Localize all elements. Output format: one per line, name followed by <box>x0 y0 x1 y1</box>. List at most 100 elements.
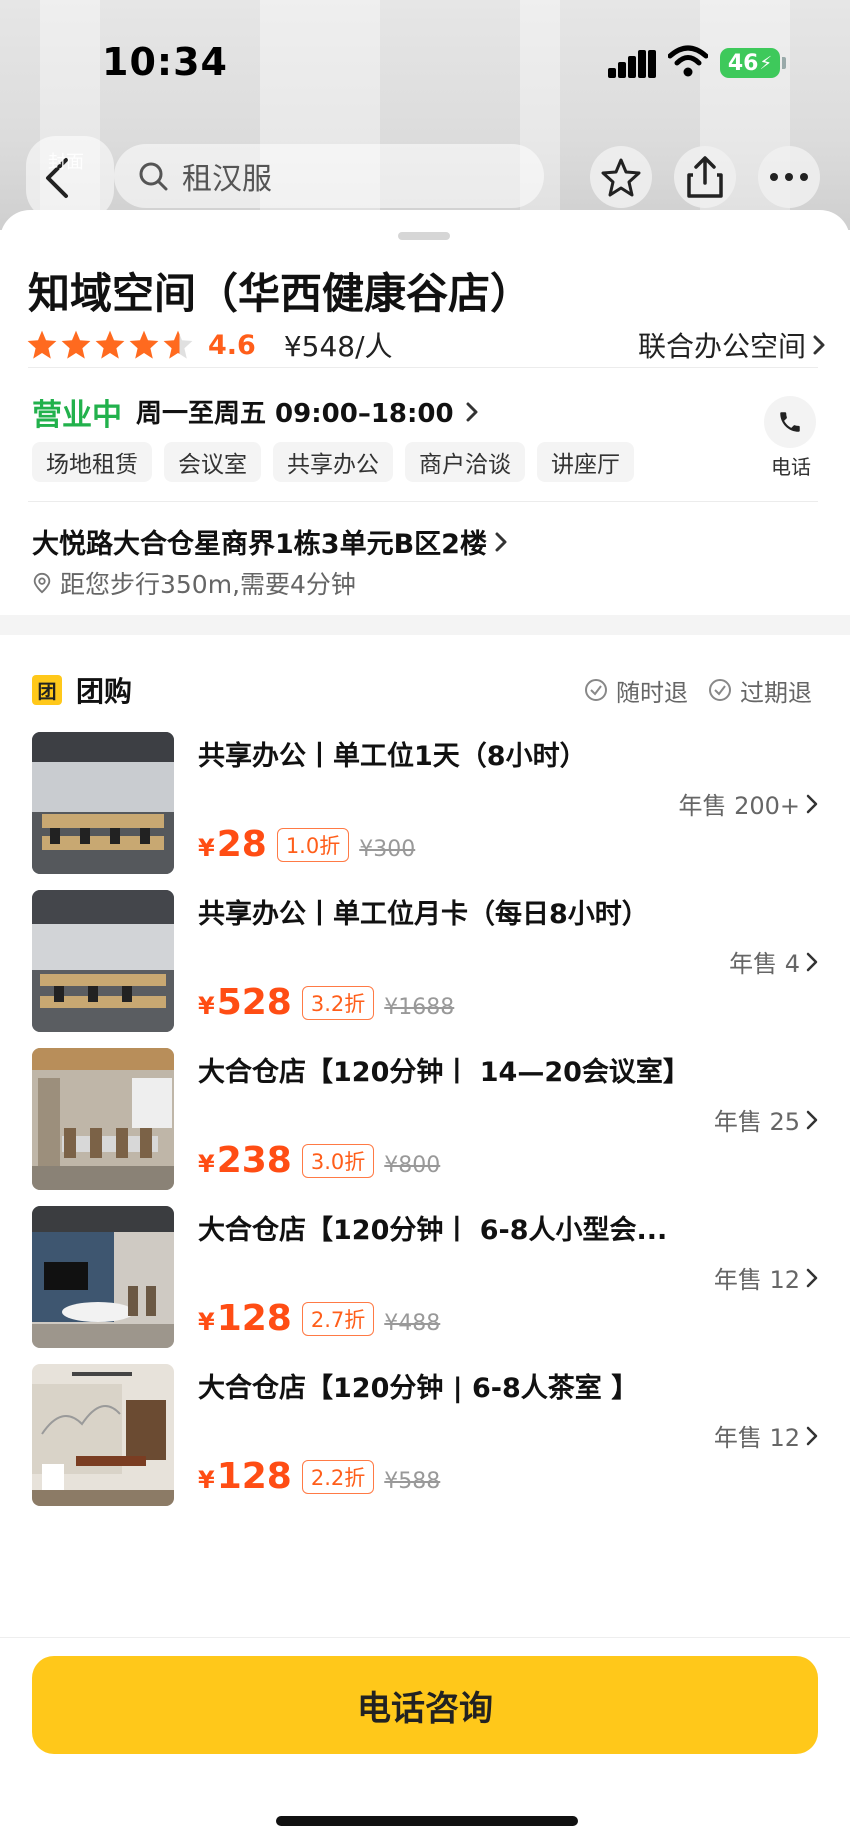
average-price: ¥548/人 <box>283 330 393 363</box>
check-circle-icon <box>585 679 607 701</box>
group-buy-badge-icon: 团 <box>32 675 62 705</box>
business-hours[interactable]: 周一至周五 09:00–18:00 <box>136 393 478 430</box>
currency-symbol: ¥ <box>198 1466 215 1494</box>
search-bar[interactable]: 租汉服 <box>114 144 544 208</box>
deal-price-row: ¥ 238 3.0折 ¥800 <box>198 1140 440 1181</box>
distance-text: 距您步行350m,需要4分钟 <box>60 570 356 599</box>
chevron-right-icon <box>813 335 825 355</box>
discount-badge: 3.0折 <box>301 1143 375 1178</box>
group-buy-header: 团 团购 随时退 过期退 <box>32 670 818 710</box>
service-tag: 场地租赁 <box>32 442 152 482</box>
service-tag: 讲座厅 <box>537 442 634 482</box>
deal-price: 128 <box>216 1456 292 1497</box>
deal-sold-count: 年售 12 <box>714 1418 818 1453</box>
currency-symbol: ¥ <box>198 1308 215 1336</box>
share-button[interactable] <box>674 146 736 208</box>
sold-text: 年售 12 <box>713 1266 800 1294</box>
chevron-right-icon <box>806 1268 818 1287</box>
refund-expired: 过期退 <box>708 673 812 708</box>
deal-price-row: ¥ 528 3.2折 ¥1688 <box>198 982 454 1023</box>
open-status: 营业中 <box>32 398 122 433</box>
original-price: ¥800 <box>384 1153 441 1178</box>
divider <box>28 367 818 368</box>
refund-anytime-label: 随时退 <box>616 678 688 707</box>
service-tag: 商户洽谈 <box>405 442 525 482</box>
deal-item[interactable]: 共享办公丨单工位月卡（每日8小时） 年售 4 ¥ 528 3.2折 ¥1688 <box>32 890 818 1032</box>
star-icon <box>601 158 641 197</box>
chevron-right-icon <box>806 794 818 813</box>
walking-distance: 距您步行350m,需要4分钟 <box>32 565 356 601</box>
deal-price-row: ¥ 128 2.2折 ¥588 <box>198 1456 440 1497</box>
deal-sold-count: 年售 200+ <box>678 786 818 821</box>
deal-item[interactable]: 大合仓店【120分钟丨 14—20会议室】 年售 25 ¥ 238 3.0折 ¥… <box>32 1048 818 1190</box>
deal-price: 28 <box>216 824 267 865</box>
deal-sold-count: 年售 4 <box>729 944 818 979</box>
chevron-right-icon <box>806 1426 818 1445</box>
deal-price: 238 <box>216 1140 292 1181</box>
more-button[interactable] <box>758 146 820 208</box>
store-name: 知域空间（华西健康谷店） <box>28 269 533 318</box>
deal-thumbnail <box>32 1206 174 1348</box>
section-separator <box>0 615 850 635</box>
store-address[interactable]: 大悦路大合仓星商界1栋3单元B区2楼 <box>32 522 507 561</box>
star-full-icon <box>61 330 91 359</box>
sold-text: 年售 25 <box>713 1108 800 1136</box>
refund-expired-label: 过期退 <box>740 678 812 707</box>
service-tag: 会议室 <box>164 442 261 482</box>
discount-badge: 2.2折 <box>301 1459 375 1494</box>
chevron-right-icon <box>466 402 478 421</box>
refund-anytime: 随时退 <box>584 673 688 708</box>
search-icon <box>139 162 168 191</box>
original-price: ¥488 <box>384 1311 441 1336</box>
star-full-icon <box>95 330 125 359</box>
home-indicator[interactable] <box>276 1816 578 1826</box>
more-icon <box>770 173 808 181</box>
phone-consult-button[interactable]: 电话咨询 <box>32 1656 818 1754</box>
category-link[interactable]: 联合办公空间 <box>638 325 826 365</box>
group-buy-title: 团购 <box>76 675 133 708</box>
wifi-icon <box>668 45 708 77</box>
currency-symbol: ¥ <box>198 1150 215 1178</box>
chevron-right-icon <box>806 1110 818 1129</box>
sold-text: 年售 4 <box>729 950 800 978</box>
discount-badge: 2.7折 <box>301 1301 375 1336</box>
store-detail-sheet: 知域空间（华西健康谷店） 4.6 ¥548/人 联合办公空间 营业中 周一至周五… <box>0 210 850 1843</box>
star-full-icon <box>129 330 159 359</box>
deal-name: 共享办公丨单工位1天（8小时） <box>198 741 587 772</box>
status-time: 10:34 <box>102 40 228 84</box>
deal-thumbnail <box>32 732 174 874</box>
chevron-right-icon <box>806 952 818 971</box>
phone-button[interactable] <box>764 396 816 448</box>
hours-text: 周一至周五 09:00–18:00 <box>136 399 454 429</box>
star-full-icon <box>27 330 57 359</box>
divider <box>28 501 818 502</box>
deal-thumbnail <box>32 890 174 1032</box>
deal-name: 大合仓店【120分钟 | 6-8人茶室 】 <box>198 1373 639 1404</box>
deal-item[interactable]: 大合仓店【120分钟丨 6-8人小型会... 年售 12 ¥ 128 2.7折 … <box>32 1206 818 1348</box>
deal-sold-count: 年售 12 <box>714 1260 818 1295</box>
phone-icon <box>780 412 800 432</box>
deal-price-row: ¥ 28 1.0折 ¥300 <box>198 824 415 865</box>
sheet-drag-handle[interactable] <box>398 232 450 240</box>
category-label: 联合办公空间 <box>637 330 806 363</box>
service-tags: 场地租赁 会议室 共享办公 商户洽谈 讲座厅 <box>32 442 634 482</box>
deal-item[interactable]: 共享办公丨单工位1天（8小时） 年售 200+ ¥ 28 1.0折 ¥300 <box>32 732 818 874</box>
currency-symbol: ¥ <box>198 834 215 862</box>
favorite-button[interactable] <box>590 146 652 208</box>
deal-price-row: ¥ 128 2.7折 ¥488 <box>198 1298 440 1339</box>
service-tag: 共享办公 <box>273 442 393 482</box>
bottom-action-bar: 电话咨询 <box>0 1637 850 1843</box>
rating-row: 4.6 ¥548/人 联合办公空间 <box>26 320 826 370</box>
chevron-right-icon <box>495 532 507 551</box>
share-icon <box>687 156 723 198</box>
battery-icon: 46 ⚡ <box>720 48 780 78</box>
original-price: ¥1688 <box>384 995 455 1020</box>
deal-price: 128 <box>216 1298 292 1339</box>
cover-label: 封面 <box>48 152 84 173</box>
deal-thumbnail <box>32 1364 174 1506</box>
deal-item[interactable]: 大合仓店【120分钟 | 6-8人茶室 】 年售 12 ¥ 128 2.2折 ¥… <box>32 1364 818 1506</box>
deal-sold-count: 年售 25 <box>714 1102 818 1137</box>
original-price: ¥588 <box>384 1469 441 1494</box>
status-bar: 10:34 46 ⚡ <box>0 0 850 120</box>
original-price: ¥300 <box>359 837 416 862</box>
